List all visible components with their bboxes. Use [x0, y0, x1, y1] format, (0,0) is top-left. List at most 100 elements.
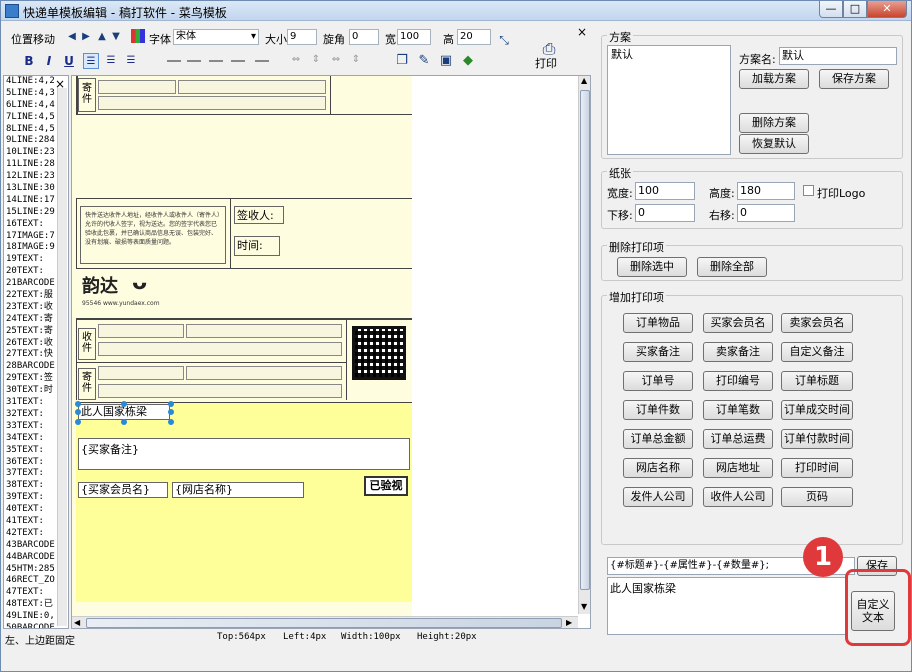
distribute-icon[interactable]: ⇔	[289, 54, 303, 65]
line-style-icon[interactable]	[209, 60, 223, 62]
save-scheme-button[interactable]: 保存方案	[819, 69, 889, 89]
add-item-button[interactable]: 订单付款时间	[781, 429, 853, 449]
distribute-icon[interactable]: ⇕	[349, 54, 363, 65]
add-item-button[interactable]: 买家备注	[623, 342, 693, 362]
move-down-icon[interactable]: ▼	[109, 31, 123, 42]
line-style-icon[interactable]	[167, 60, 181, 62]
sender-label[interactable]: 寄件	[78, 368, 96, 400]
height-stepper[interactable]: 20	[457, 29, 491, 45]
maximize-button[interactable]: □	[843, 1, 867, 18]
distribute-icon[interactable]: ⇕	[309, 54, 323, 65]
move-right-input[interactable]: 0	[737, 204, 795, 222]
buyer-member-field[interactable]: {买家会员名}	[78, 482, 168, 498]
move-right-icon[interactable]: ▶	[79, 31, 93, 42]
resize-handle[interactable]	[168, 401, 174, 407]
resize-handle[interactable]	[75, 401, 81, 407]
add-item-button[interactable]: 订单号	[623, 371, 693, 391]
font-select[interactable]: 宋体 ▾	[173, 29, 259, 45]
line-style-icon[interactable]	[187, 60, 201, 62]
paper-height-input[interactable]: 180	[737, 182, 795, 200]
add-item-button[interactable]: 卖家备注	[703, 342, 773, 362]
add-item-button[interactable]: 收件人公司	[703, 487, 773, 507]
restore-default-button[interactable]: 恢复默认	[739, 134, 809, 154]
move-left-icon[interactable]: ◀	[65, 31, 79, 42]
resize-icon[interactable]: ⤡	[497, 33, 511, 48]
add-item-button[interactable]: 自定义备注	[781, 342, 853, 362]
align-left-icon[interactable]: ☰	[83, 53, 99, 69]
add-item-button[interactable]: 打印时间	[781, 458, 853, 478]
scroll-up-icon[interactable]: ▲	[581, 76, 587, 85]
distribute-icon[interactable]: ⇔	[329, 54, 343, 65]
add-item-button[interactable]: 页码	[781, 487, 853, 507]
sender-field[interactable]	[98, 80, 176, 94]
chart-icon[interactable]: ✎	[417, 53, 431, 68]
time-label[interactable]: 时间:	[234, 236, 280, 256]
underline-button[interactable]: U	[61, 53, 77, 69]
scroll-down-icon[interactable]: ▼	[581, 602, 587, 611]
sender-field[interactable]	[98, 96, 326, 110]
add-item-button[interactable]: 订单笔数	[703, 400, 773, 420]
color-palette-icon[interactable]	[131, 29, 145, 43]
add-item-button[interactable]: 发件人公司	[623, 487, 693, 507]
add-item-button[interactable]: 买家会员名	[703, 313, 773, 333]
copy-icon[interactable]: ❐	[395, 53, 409, 68]
canvas-vertical-scrollbar[interactable]: ▲ ▼	[578, 76, 590, 614]
list-scrollbar[interactable]	[57, 88, 67, 626]
add-item-button[interactable]: 订单成交时间	[781, 400, 853, 420]
add-item-button[interactable]: 订单标题	[781, 371, 853, 391]
size-stepper[interactable]: 9	[287, 29, 317, 45]
scroll-thumb[interactable]	[580, 90, 590, 590]
paper-width-input[interactable]: 100	[635, 182, 695, 200]
sender-label-top[interactable]: 寄件	[78, 78, 96, 112]
delete-selected-button[interactable]: 删除选中	[617, 257, 687, 277]
resize-handle[interactable]	[168, 419, 174, 425]
add-item-button[interactable]: 打印编号	[703, 371, 773, 391]
print-logo-checkbox[interactable]	[803, 185, 814, 196]
sender-field[interactable]	[186, 366, 342, 380]
resize-handle[interactable]	[168, 409, 174, 415]
line-style-icon[interactable]	[231, 60, 245, 62]
scheme-list[interactable]: 默认	[607, 45, 731, 155]
align-right-icon[interactable]: ☰	[123, 53, 139, 69]
load-scheme-button[interactable]: 加载方案	[739, 69, 809, 89]
shop-name-field[interactable]: {网店名称}	[172, 482, 304, 498]
checked-stamp[interactable]: 已验视	[364, 476, 408, 496]
add-item-button[interactable]: 网店名称	[623, 458, 693, 478]
scheme-name-input[interactable]: 默认	[779, 47, 897, 65]
close-button[interactable]: ✕	[867, 1, 907, 18]
receiver-field[interactable]	[98, 342, 342, 356]
receiver-label[interactable]: 收件	[78, 328, 96, 360]
width-stepper[interactable]: 100	[397, 29, 431, 45]
add-item-button[interactable]: 卖家会员名	[781, 313, 853, 333]
toolbar-close-icon[interactable]: ×	[577, 25, 587, 39]
canvas-horizontal-scrollbar[interactable]: ◀ ▶	[72, 616, 578, 628]
resize-handle[interactable]	[121, 401, 127, 407]
page-icon[interactable]: ▣	[439, 53, 453, 68]
sender-field[interactable]	[98, 366, 184, 380]
resize-handle[interactable]	[75, 409, 81, 415]
line-style-icon[interactable]	[255, 60, 269, 62]
book-icon[interactable]: ◆	[461, 53, 475, 68]
resize-handle[interactable]	[121, 419, 127, 425]
italic-button[interactable]: I	[41, 53, 57, 69]
delivery-notice[interactable]: 快件送达收件人地址，经收件人或收件人（寄件人）允许的代收人签字，视为送达。您的签…	[80, 206, 226, 264]
add-item-button[interactable]: 订单物品	[623, 313, 693, 333]
qr-code[interactable]	[352, 326, 406, 380]
delete-all-button[interactable]: 删除全部	[697, 257, 767, 277]
design-canvas[interactable]: 寄件 快件送达收件人地址，经收件人或收件人（寄件人）允许的代收人签字，视为送达。…	[71, 75, 591, 629]
scroll-thumb[interactable]	[86, 618, 562, 628]
scheme-list-item[interactable]: 默认	[608, 46, 730, 62]
move-down-input[interactable]: 0	[635, 204, 695, 222]
receiver-field[interactable]	[186, 324, 342, 338]
scroll-right-icon[interactable]: ▶	[566, 618, 572, 627]
resize-handle[interactable]	[75, 419, 81, 425]
minimize-button[interactable]: —	[819, 1, 843, 18]
yunda-logo[interactable]: 韵达 ᴗ 95546 www.yundaex.com	[82, 270, 182, 316]
delete-scheme-button[interactable]: 删除方案	[739, 113, 809, 133]
bold-button[interactable]: B	[21, 53, 37, 69]
add-item-button[interactable]: 订单件数	[623, 400, 693, 420]
add-item-button[interactable]: 订单总金额	[623, 429, 693, 449]
add-item-button[interactable]: 网店地址	[703, 458, 773, 478]
add-item-button[interactable]: 订单总运费	[703, 429, 773, 449]
align-center-icon[interactable]: ☰	[103, 53, 119, 69]
